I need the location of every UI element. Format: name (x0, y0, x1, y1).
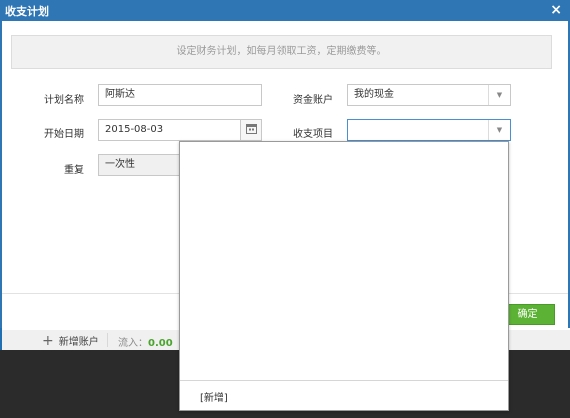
category-select[interactable]: ▼ (347, 119, 511, 141)
notice-banner: 设定财务计划，如每月领取工资，定期缴费等。 (11, 35, 552, 69)
account-select[interactable]: 我的现金 ▼ (347, 84, 511, 106)
add-account-button[interactable]: + 新增账户 (42, 332, 99, 349)
repeat-label: 重复 (64, 165, 84, 176)
background-edge (0, 328, 2, 350)
inflow-label: 流入： (118, 338, 148, 349)
account-label: 资金账户 (293, 95, 333, 106)
category-label: 收支项目 (293, 129, 333, 140)
chevron-down-icon: ▼ (488, 120, 510, 140)
inflow-value: 0.00 (148, 338, 173, 349)
repeat-value: 一次性 (105, 159, 135, 170)
plan-name-input[interactable]: 阿斯达 (98, 84, 262, 106)
plan-name-label: 计划名称 (44, 95, 84, 106)
close-icon[interactable]: × (550, 2, 562, 18)
category-dropdown-panel: [新增] (179, 141, 509, 411)
dialog-titlebar: 收支计划 × (2, 0, 568, 21)
dropdown-divider (180, 380, 508, 381)
start-date-label: 开始日期 (44, 129, 84, 140)
inflow-summary: 流入：0.00 (118, 334, 173, 349)
repeat-select[interactable]: 一次性 (98, 154, 188, 176)
plus-icon: + (42, 332, 54, 349)
new-category-option[interactable]: [新增] (200, 389, 228, 404)
dialog-title: 收支计划 (5, 5, 49, 18)
toolbar-divider (107, 333, 108, 347)
add-account-label: 新增账户 (58, 337, 99, 348)
start-date-input[interactable]: 2015-08-03 (98, 119, 241, 141)
chevron-down-icon: ▼ (488, 85, 510, 105)
account-value: 我的现金 (354, 89, 394, 100)
